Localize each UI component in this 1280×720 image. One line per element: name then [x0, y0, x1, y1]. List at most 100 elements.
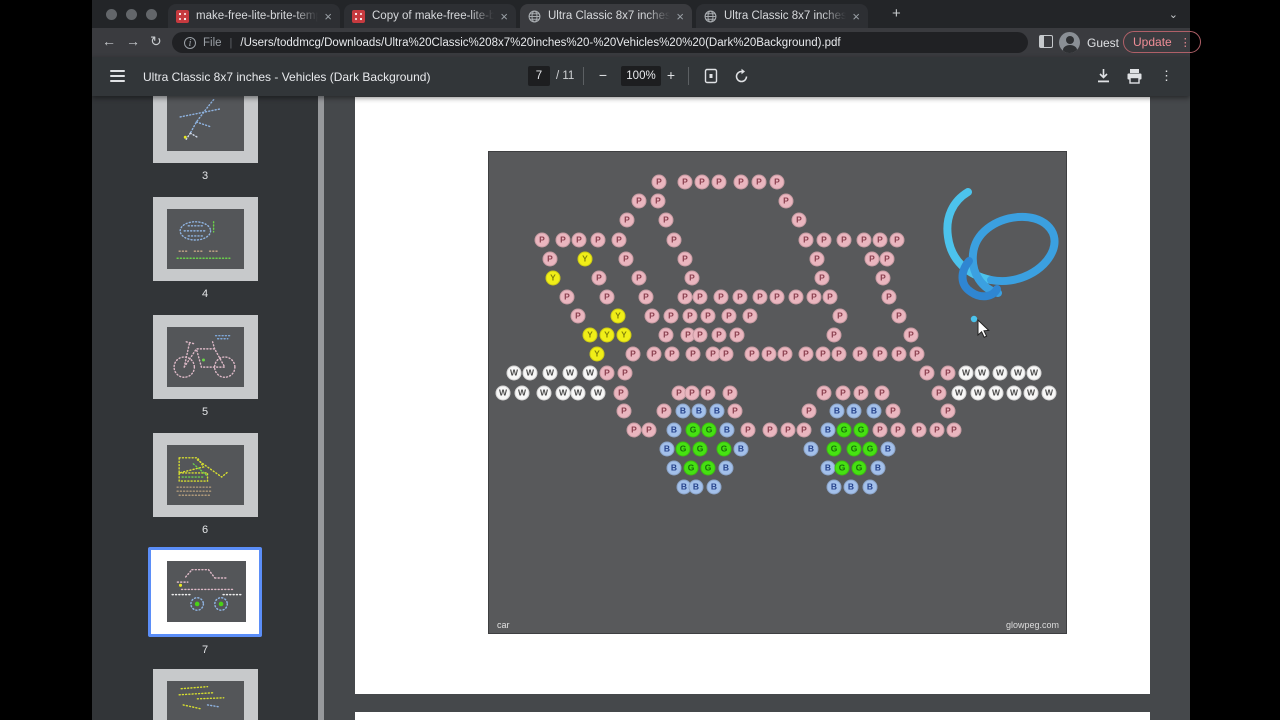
peg-pink: P: [639, 290, 654, 305]
thumbnail-image: .s{fill:none;stroke-width:1.4;stroke-das…: [153, 669, 258, 720]
litebrite-favicon: [176, 10, 189, 23]
thumbnail-page-3[interactable]: .s{fill:none;stroke-width:1.4;stroke-das…: [92, 96, 318, 182]
page-number-input[interactable]: 7: [528, 66, 550, 86]
peg-pink: P: [912, 423, 927, 438]
peg-pink: P: [741, 423, 756, 438]
peg-pink: P: [753, 290, 768, 305]
peg-yellow: Y: [600, 328, 615, 343]
browser-window: make-free-lite-brite-template×Copy of ma…: [92, 0, 1190, 720]
peg-green: G: [827, 442, 842, 457]
peg-pink: P: [693, 328, 708, 343]
peg-pink: P: [904, 328, 919, 343]
rotate-page-icon[interactable]: [733, 68, 750, 85]
forward-button[interactable]: →: [126, 33, 140, 49]
omnibox[interactable]: i File | /Users/toddmcg/Downloads/Ultra%…: [172, 32, 1028, 53]
page-info-icon[interactable]: i: [184, 37, 196, 49]
peg-pink: P: [667, 233, 682, 248]
zoom-level-display[interactable]: 100%: [621, 66, 661, 86]
peg-green: G: [686, 423, 701, 438]
peg-white: W: [507, 366, 522, 381]
tab-close-icon[interactable]: ×: [500, 10, 508, 23]
swirl-annotation: [947, 192, 991, 280]
peg-blue: B: [821, 461, 836, 476]
peg-blue: B: [667, 423, 682, 438]
tab-4[interactable]: Ultra Classic 8x7 inches - Vehi×: [696, 4, 868, 28]
new-tab-button[interactable]: +: [892, 7, 901, 21]
peg-blue: B: [821, 423, 836, 438]
peg-pink: P: [560, 290, 575, 305]
side-panel-icon[interactable]: [1039, 35, 1053, 48]
peg-pink: P: [600, 290, 615, 305]
fit-to-page-icon[interactable]: [703, 68, 719, 84]
zoom-in-button[interactable]: +: [665, 68, 677, 82]
download-icon[interactable]: [1096, 68, 1111, 84]
reload-button[interactable]: ↻: [150, 33, 162, 50]
peg-pink: P: [728, 404, 743, 419]
tab-close-icon[interactable]: ×: [852, 10, 860, 23]
tab-overflow-chevron-icon[interactable]: ⌄: [1169, 8, 1178, 21]
peg-white: W: [959, 366, 974, 381]
peg-green: G: [676, 442, 691, 457]
peg-pink: P: [652, 175, 667, 190]
back-button[interactable]: ←: [102, 33, 116, 49]
peg-pink: P: [817, 233, 832, 248]
peg-pink: P: [620, 213, 635, 228]
thumbnail-page-6[interactable]: .s{fill:none;stroke-width:1.4;stroke-das…: [92, 433, 318, 536]
peg-pink: P: [714, 290, 729, 305]
tab-3[interactable]: Ultra Classic 8x7 inches - Vehi ×: [520, 4, 692, 28]
peg-pink: P: [543, 252, 558, 267]
thumbnail-page-5[interactable]: .s{fill:none;stroke-width:1.4;stroke-das…: [92, 315, 318, 418]
peg-pink: P: [827, 328, 842, 343]
window-minimize-button[interactable]: [126, 9, 137, 20]
thumbnail-page-8[interactable]: .s{fill:none;stroke-width:1.4;stroke-das…: [92, 669, 318, 720]
peg-pink: P: [815, 271, 830, 286]
pattern-name-label: car: [497, 620, 510, 630]
peg-pink: P: [817, 386, 832, 401]
peg-pink: P: [930, 423, 945, 438]
zoom-out-button[interactable]: −: [597, 69, 609, 83]
peg-white: W: [993, 366, 1008, 381]
peg-pink: P: [779, 194, 794, 209]
paint-dot: [971, 316, 977, 322]
tab-close-icon[interactable]: ×: [324, 10, 332, 23]
peg-white: W: [1042, 386, 1057, 401]
peg-pink: P: [802, 404, 817, 419]
pdf-menu-icon[interactable]: [110, 70, 125, 82]
peg-pink: P: [873, 423, 888, 438]
peg-white: W: [537, 386, 552, 401]
peg-pink: P: [910, 347, 925, 362]
peg-pink: P: [665, 347, 680, 362]
update-button[interactable]: Update ⋮: [1123, 31, 1201, 53]
peg-blue: B: [844, 480, 859, 495]
tab-2[interactable]: Copy of make-free-lite-brite-te×: [344, 4, 516, 28]
peg-pink: P: [882, 290, 897, 305]
thumbnail-page-number: 5: [92, 406, 318, 418]
peg-blue: B: [863, 480, 878, 495]
thumbnail-sidebar: .s{fill:none;stroke-width:1.4;stroke-das…: [92, 96, 318, 720]
window-zoom-button[interactable]: [146, 9, 157, 20]
peg-pink: P: [876, 271, 891, 286]
pdf-viewer[interactable]: PPPPPPPPPPPPPPPPPPPPPPPPPPYPPPPPYPPPPPPP…: [324, 96, 1190, 720]
thumbnail-page-4[interactable]: .s{fill:none;stroke-width:1.4;stroke-das…: [92, 197, 318, 300]
peg-pink: P: [941, 404, 956, 419]
peg-white: W: [523, 366, 538, 381]
profile-button[interactable]: Guest: [1059, 31, 1119, 54]
peg-white: W: [496, 386, 511, 401]
peg-pink: P: [810, 252, 825, 267]
thumbnail-page-7[interactable]: .s{fill:none;stroke-width:1.4;stroke-das…: [92, 547, 318, 656]
browser-menu-kebab-icon[interactable]: ⋮: [1180, 36, 1191, 49]
tab-1[interactable]: make-free-lite-brite-template×: [168, 4, 340, 28]
peg-pink: P: [571, 309, 586, 324]
peg-pink: P: [734, 175, 749, 190]
globe-favicon: [704, 10, 717, 23]
window-close-button[interactable]: [106, 9, 117, 20]
peg-pink: P: [837, 233, 852, 248]
peg-pink: P: [733, 290, 748, 305]
pdf-more-kebab-icon[interactable]: ⋮: [1160, 68, 1173, 84]
tab-close-icon[interactable]: ×: [676, 10, 684, 23]
tab-title: Ultra Classic 8x7 inches - Vehi: [548, 10, 670, 22]
print-icon[interactable]: [1126, 68, 1143, 84]
pdf-page-7: PPPPPPPPPPPPPPPPPPPPPPPPPPYPPPPPYPPPPPPP…: [355, 97, 1150, 694]
peg-pink: P: [792, 213, 807, 228]
peg-pink: P: [657, 404, 672, 419]
